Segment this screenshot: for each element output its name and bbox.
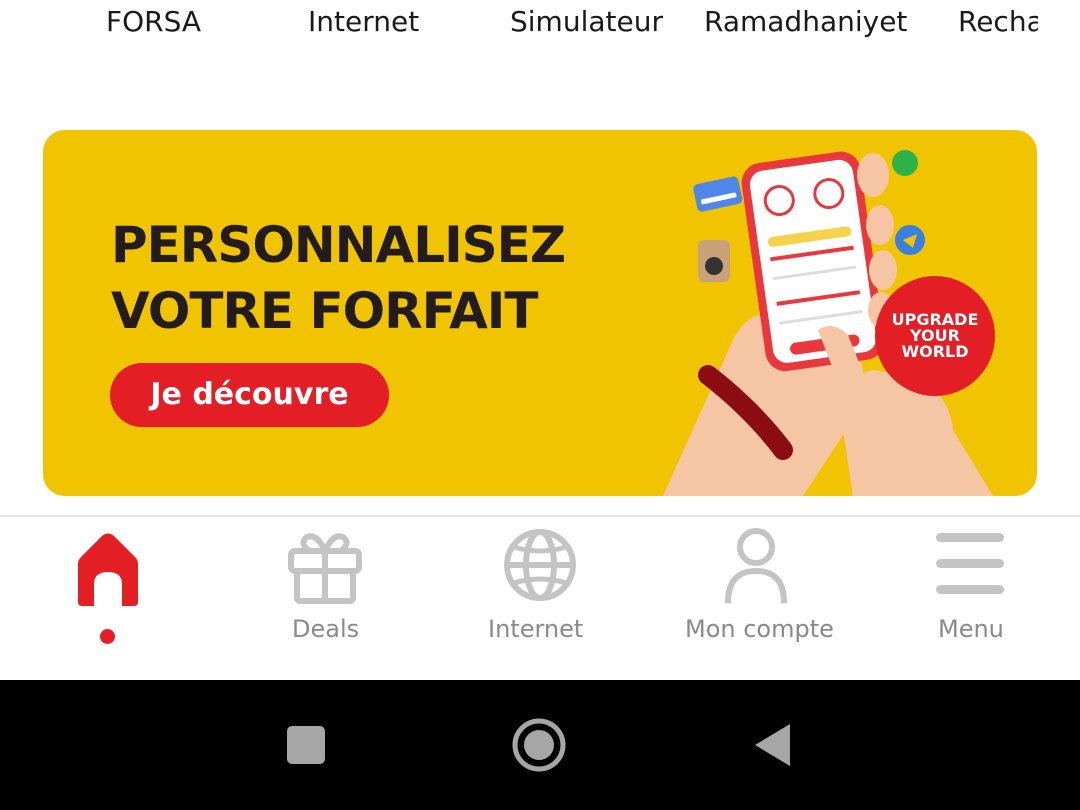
home-icon	[78, 533, 138, 606]
app-screen: FORSA Internet Simulateur Ramadhaniyet R…	[0, 0, 1080, 810]
badge-line3: WORLD	[901, 342, 969, 361]
bottom-nav: Deals Internet Mon compte Menu	[0, 517, 1080, 680]
banner-title-line2: VOTRE FORFAIT	[111, 282, 538, 340]
nav-item-home[interactable]	[40, 517, 175, 680]
recents-button[interactable]	[286, 725, 326, 765]
nav-item-internet[interactable]: Internet	[480, 517, 600, 680]
nav-label-deals: Deals	[292, 615, 360, 643]
back-button[interactable]	[752, 722, 792, 768]
category-tabs: FORSA Internet Simulateur Ramadhaniyet R…	[0, 0, 1038, 48]
nav-label-mon-compte: Mon compte	[685, 615, 834, 643]
category-tab-forsa[interactable]: FORSA	[106, 4, 201, 40]
promo-banner[interactable]: PERSONNALISEZ VOTRE FORFAIT Je découvre	[43, 130, 1037, 496]
nav-item-mon-compte[interactable]: Mon compte	[680, 517, 840, 680]
home-button[interactable]	[511, 717, 567, 773]
system-nav-bar	[0, 680, 1080, 810]
globe-icon	[504, 529, 576, 601]
nav-item-deals[interactable]: Deals	[270, 517, 380, 680]
nav-label-internet: Internet	[488, 615, 584, 643]
banner-title-line1: PERSONNALISEZ	[111, 216, 566, 274]
category-tab-recharge[interactable]: Recharge	[958, 4, 1038, 40]
upgrade-badge: UPGRADE YOUR WORLD	[875, 276, 995, 396]
category-tab-ramadhaniyet[interactable]: Ramadhaniyet	[704, 4, 907, 40]
menu-icon	[936, 533, 1004, 594]
nav-item-menu[interactable]: Menu	[930, 517, 1020, 680]
banner-title: PERSONNALISEZ VOTRE FORFAIT	[111, 212, 631, 344]
nav-label-menu: Menu	[938, 615, 1004, 643]
gift-icon	[288, 533, 362, 604]
user-icon	[725, 528, 787, 604]
category-tab-simulateur[interactable]: Simulateur	[510, 4, 663, 40]
discover-button[interactable]: Je découvre	[110, 363, 389, 427]
category-tab-internet[interactable]: Internet	[308, 4, 419, 40]
active-indicator-dot	[100, 629, 115, 644]
